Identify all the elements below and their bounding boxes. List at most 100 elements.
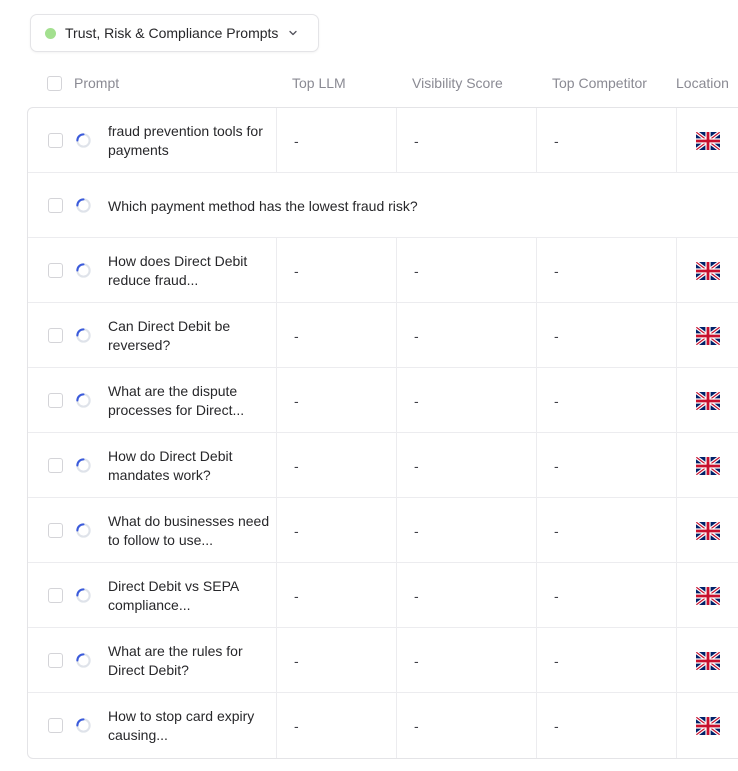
table-row[interactable]: How does Direct Debit reduce fraud... - - -	[28, 238, 738, 303]
uk-flag-icon	[696, 651, 720, 670]
visibility-score-cell: -	[396, 303, 536, 368]
table-row[interactable]: What are the dispute processes for Direc…	[28, 368, 738, 433]
top-competitor-cell: -	[536, 628, 676, 693]
row-checkbox-cell	[48, 563, 68, 628]
table-row[interactable]: Can Direct Debit be reversed? - - -	[28, 303, 738, 368]
location-cell	[676, 563, 738, 628]
top-llm-cell: -	[276, 693, 396, 758]
column-header-prompt[interactable]: Prompt	[74, 64, 119, 102]
table-row[interactable]: fraud prevention tools for payments - - -	[28, 108, 738, 173]
prompt-text: How does Direct Debit reduce fraud...	[108, 252, 248, 288]
table-row[interactable]: What are the rules for Direct Debit? - - -	[28, 628, 738, 693]
column-header-top-competitor[interactable]: Top Competitor	[552, 64, 647, 102]
row-checkbox[interactable]	[48, 523, 63, 538]
row-checkbox[interactable]	[48, 133, 63, 148]
row-checkbox[interactable]	[48, 198, 63, 213]
table-row[interactable]: How to stop card expiry causing... - - -	[28, 693, 738, 758]
prompt-cell[interactable]: What are the rules for Direct Debit?	[108, 628, 276, 693]
prompt-cell[interactable]: How to stop card expiry causing...	[108, 693, 276, 758]
prompt-text: fraud prevention tools for payments	[108, 122, 263, 158]
row-checkbox[interactable]	[48, 458, 63, 473]
top-llm-cell: -	[276, 108, 396, 173]
visibility-score-cell: -	[396, 238, 536, 303]
prompt-cell[interactable]: Which payment method has the lowest frau…	[108, 173, 668, 238]
prompt-cell[interactable]: What do businesses need to follow to use…	[108, 498, 276, 563]
row-checkbox[interactable]	[48, 718, 63, 733]
top-competitor-cell: -	[536, 433, 676, 498]
location-cell	[676, 628, 738, 693]
prompt-text: How to stop card expiry causing...	[108, 707, 255, 743]
prompt-cell[interactable]: What are the dispute processes for Direc…	[108, 368, 276, 433]
prompt-cell[interactable]: Can Direct Debit be reversed?	[108, 303, 276, 368]
top-llm-cell: -	[276, 563, 396, 628]
row-checkbox[interactable]	[48, 263, 63, 278]
top-llm-cell: -	[276, 368, 396, 433]
prompt-text: Can Direct Debit be reversed?	[108, 317, 231, 353]
row-checkbox-cell	[48, 628, 68, 693]
prompt-cell[interactable]: Direct Debit vs SEPA compliance...	[108, 563, 276, 628]
row-checkbox[interactable]	[48, 328, 63, 343]
prompt-text: How do Direct Debit mandates work?	[108, 447, 233, 483]
loading-spinner-icon	[75, 433, 95, 498]
location-cell	[676, 238, 738, 303]
row-checkbox[interactable]	[48, 393, 63, 408]
row-checkbox-cell	[48, 173, 68, 238]
uk-flag-icon	[696, 391, 720, 410]
prompt-text: Which payment method has the lowest frau…	[108, 197, 418, 214]
row-checkbox[interactable]	[48, 653, 63, 668]
visibility-score-cell: -	[396, 108, 536, 173]
loading-spinner-icon	[75, 108, 95, 173]
loading-spinner-icon	[75, 173, 95, 238]
loading-spinner-icon	[75, 693, 95, 758]
row-checkbox-cell	[48, 108, 68, 173]
table-row[interactable]: What do businesses need to follow to use…	[28, 498, 738, 563]
select-all-checkbox[interactable]	[47, 75, 62, 91]
location-cell	[676, 303, 738, 368]
uk-flag-icon	[696, 326, 720, 345]
visibility-score-cell: -	[396, 563, 536, 628]
prompt-cell[interactable]: How do Direct Debit mandates work?	[108, 433, 276, 498]
top-competitor-cell: -	[536, 693, 676, 758]
column-header-top-llm[interactable]: Top LLM	[292, 64, 346, 102]
prompt-cell[interactable]: How does Direct Debit reduce fraud...	[108, 238, 276, 303]
visibility-score-cell: -	[396, 498, 536, 563]
column-header-visibility-score[interactable]: Visibility Score	[412, 64, 503, 102]
top-llm-cell: -	[276, 628, 396, 693]
prompt-text: What do businesses need to follow to use…	[108, 512, 270, 548]
uk-flag-icon	[696, 456, 720, 475]
location-cell	[676, 368, 738, 433]
status-dot	[45, 27, 56, 39]
top-competitor-cell: -	[536, 368, 676, 433]
loading-spinner-icon	[75, 303, 95, 368]
top-llm-cell: -	[276, 498, 396, 563]
prompt-cell[interactable]: fraud prevention tools for payments	[108, 108, 276, 173]
row-checkbox-cell	[48, 433, 68, 498]
loading-spinner-icon	[75, 628, 95, 693]
visibility-score-cell: -	[396, 433, 536, 498]
top-llm-cell: -	[276, 238, 396, 303]
top-competitor-cell: -	[536, 498, 676, 563]
prompt-text: Direct Debit vs SEPA compliance...	[108, 577, 239, 613]
prompt-group-filter-dropdown[interactable]: Trust, Risk & Compliance Prompts	[30, 14, 319, 52]
filter-label: Trust, Risk & Compliance Prompts	[65, 25, 279, 41]
visibility-score-cell: -	[396, 628, 536, 693]
row-checkbox[interactable]	[48, 588, 63, 603]
table-row[interactable]: Which payment method has the lowest frau…	[28, 173, 738, 238]
uk-flag-icon	[696, 716, 720, 735]
top-competitor-cell: -	[536, 238, 676, 303]
table-header: Prompt Top LLM Visibility Score Top Comp…	[30, 64, 738, 102]
table-row[interactable]: Direct Debit vs SEPA compliance... - - -	[28, 563, 738, 628]
location-cell	[676, 693, 738, 758]
loading-spinner-icon	[75, 368, 95, 433]
column-header-location[interactable]: Location	[676, 64, 729, 102]
chevron-down-icon	[288, 28, 298, 38]
loading-spinner-icon	[75, 238, 95, 303]
location-cell	[676, 498, 738, 563]
loading-spinner-icon	[75, 498, 95, 563]
prompts-table: fraud prevention tools for payments - - - Wh…	[27, 107, 738, 759]
select-all-cell	[47, 64, 62, 102]
location-cell	[676, 108, 738, 173]
prompt-text: What are the dispute processes for Direc…	[108, 382, 245, 418]
table-row[interactable]: How do Direct Debit mandates work? - - -	[28, 433, 738, 498]
uk-flag-icon	[696, 586, 720, 605]
